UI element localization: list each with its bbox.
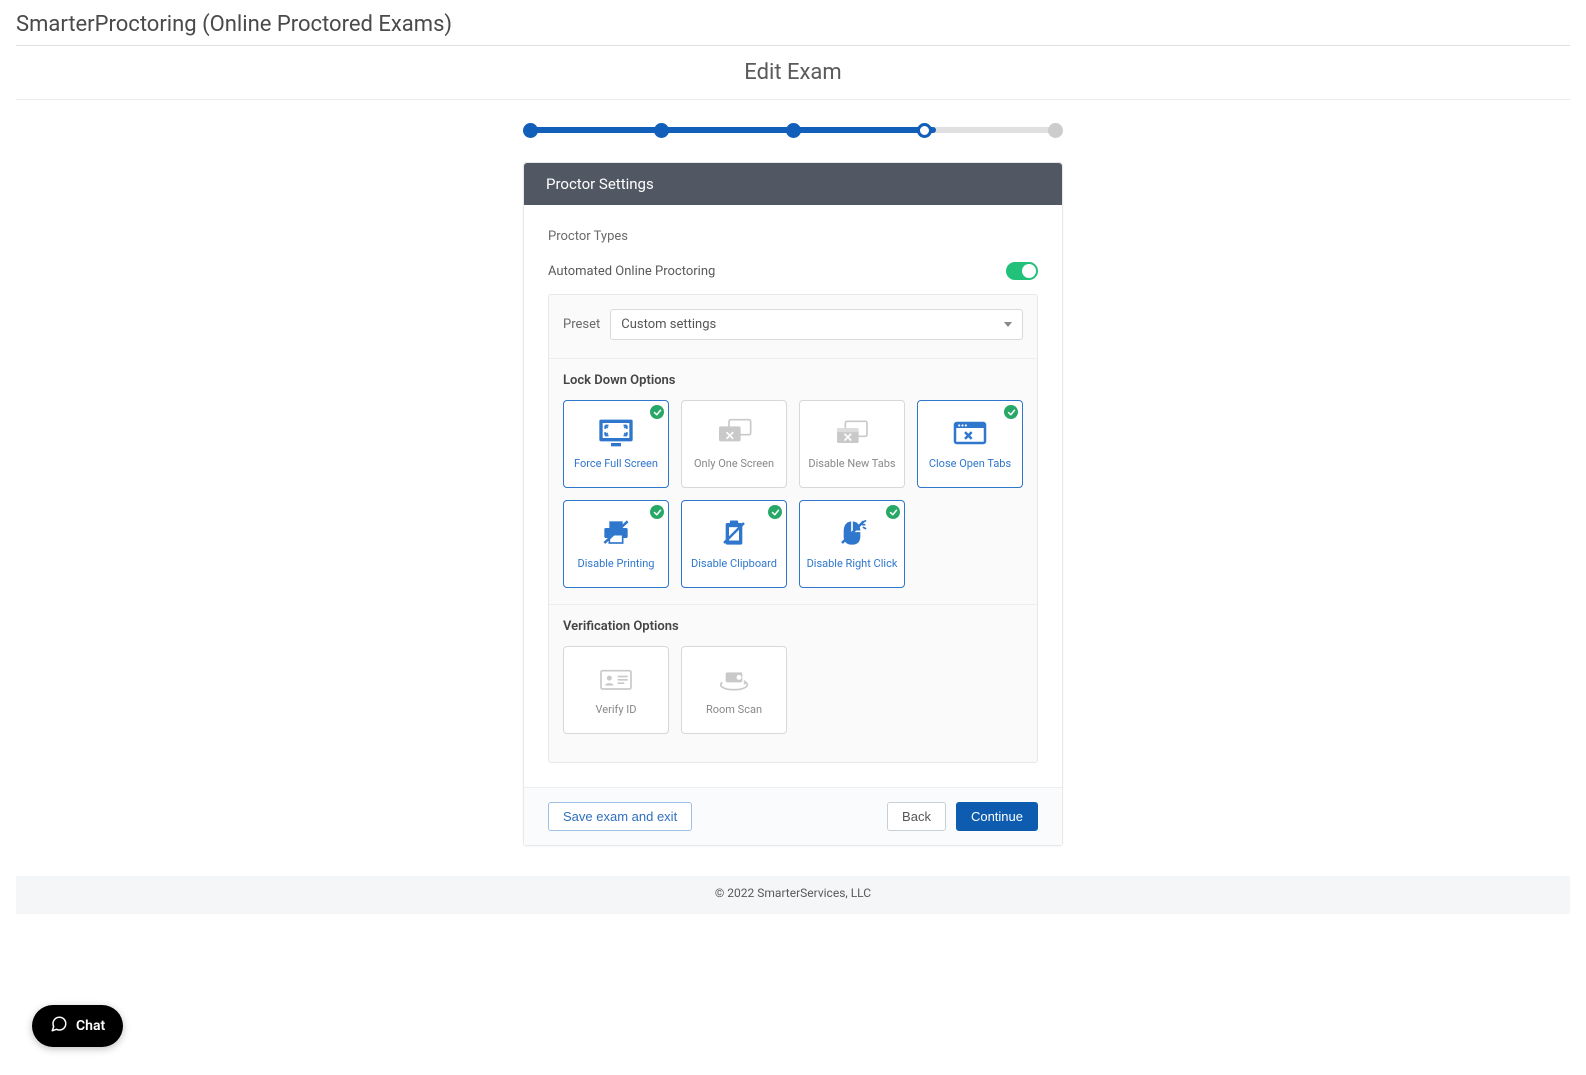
option-room-scan[interactable]: Room Scan	[681, 646, 787, 734]
verification-options-grid: Verify ID Room Scan	[563, 646, 1023, 734]
option-label: Verify ID	[596, 703, 637, 716]
close-open-tabs-icon	[950, 417, 990, 449]
disable-clipboard-icon	[714, 517, 754, 549]
option-verify-id[interactable]: Verify ID	[563, 646, 669, 734]
option-disable-right-click[interactable]: Disable Right Click	[799, 500, 905, 588]
continue-button[interactable]: Continue	[956, 802, 1038, 831]
verification-heading: Verification Options	[563, 619, 1023, 634]
page-title: Edit Exam	[16, 45, 1570, 100]
card-footer: Save exam and exit Back Continue	[524, 787, 1062, 845]
only-one-screen-icon	[714, 417, 754, 449]
chat-label: Chat	[76, 1018, 105, 1034]
stepper-dot-4	[1048, 123, 1063, 138]
back-button[interactable]: Back	[887, 802, 946, 831]
chat-icon	[50, 1015, 68, 1037]
option-label: Room Scan	[706, 703, 762, 716]
save-exam-and-exit-button[interactable]: Save exam and exit	[548, 802, 692, 831]
disable-right-click-icon	[832, 517, 872, 549]
stepper-dot-0	[523, 123, 538, 138]
room-scan-icon	[714, 663, 754, 695]
preset-select[interactable]: Custom settings	[610, 309, 1023, 340]
option-disable-printing[interactable]: Disable Printing	[563, 500, 669, 588]
option-label: Force Full Screen	[574, 457, 658, 470]
verify-id-icon	[596, 663, 636, 695]
option-label: Disable Printing	[578, 557, 655, 570]
stepper-dot-2	[786, 123, 801, 138]
preset-label: Preset	[563, 317, 600, 332]
automated-proctoring-label: Automated Online Proctoring	[548, 264, 715, 279]
divider	[549, 604, 1037, 605]
option-label: Only One Screen	[694, 457, 774, 470]
option-label: Close Open Tabs	[929, 457, 1011, 470]
chevron-down-icon	[1004, 322, 1012, 327]
option-force-full-screen[interactable]: Force Full Screen	[563, 400, 669, 488]
check-badge-icon	[886, 505, 900, 519]
app-title: SmarterProctoring (Online Proctored Exam…	[0, 0, 1586, 45]
option-label: Disable New Tabs	[808, 457, 895, 470]
option-label: Disable Right Click	[807, 557, 898, 570]
proctor-types-label: Proctor Types	[548, 229, 1038, 244]
stepper-dot-3	[917, 123, 932, 138]
preset-value: Custom settings	[621, 317, 716, 332]
option-disable-clipboard[interactable]: Disable Clipboard	[681, 500, 787, 588]
option-only-one-screen[interactable]: Only One Screen	[681, 400, 787, 488]
check-badge-icon	[650, 505, 664, 519]
proctor-settings-card: Proctor Settings Proctor Types Automated…	[523, 162, 1063, 846]
progress-stepper	[523, 118, 1063, 142]
lockdown-heading: Lock Down Options	[563, 373, 1023, 388]
stepper-dot-1	[654, 123, 669, 138]
check-badge-icon	[768, 505, 782, 519]
force-full-screen-icon	[596, 417, 636, 449]
option-label: Disable Clipboard	[691, 557, 777, 570]
check-badge-icon	[1004, 405, 1018, 419]
page-footer: © 2022 SmarterServices, LLC	[16, 876, 1570, 914]
lockdown-options-grid: Force Full Screen Only One Screen Disable …	[563, 400, 1023, 588]
option-disable-new-tabs[interactable]: Disable New Tabs	[799, 400, 905, 488]
card-header: Proctor Settings	[524, 163, 1062, 205]
chat-widget[interactable]: Chat	[32, 1005, 123, 1047]
disable-printing-icon	[596, 517, 636, 549]
disable-new-tabs-icon	[832, 417, 872, 449]
divider	[549, 358, 1037, 359]
option-close-open-tabs[interactable]: Close Open Tabs	[917, 400, 1023, 488]
settings-panel: Preset Custom settings Lock Down Options…	[548, 294, 1038, 763]
automated-proctoring-toggle[interactable]	[1006, 262, 1038, 280]
check-badge-icon	[650, 405, 664, 419]
